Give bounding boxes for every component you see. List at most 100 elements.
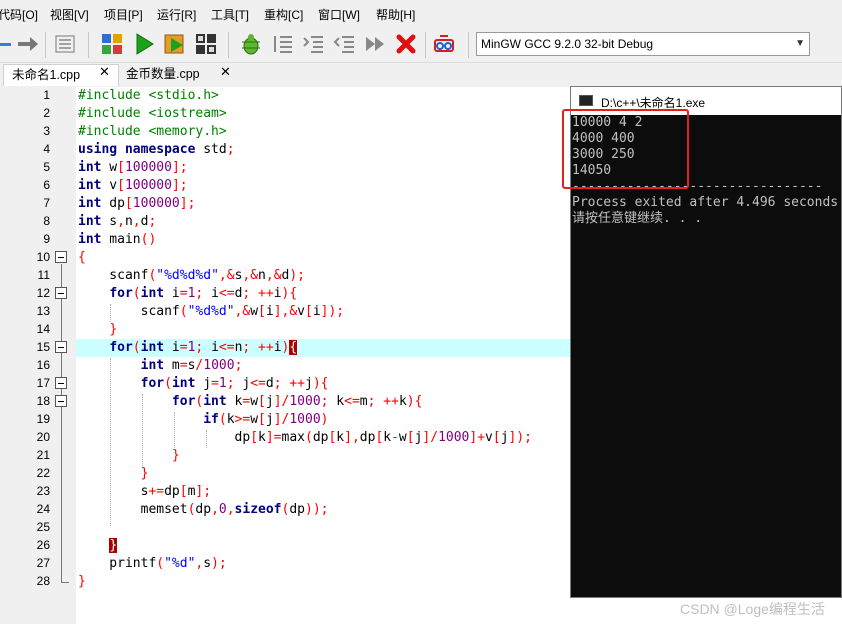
line-number: 19 — [36, 412, 50, 426]
line-number: 16 — [36, 358, 50, 372]
fold-toggle-icon[interactable] — [55, 251, 67, 263]
toolbar-separator — [228, 32, 229, 58]
code-line: #include <iostream> — [78, 106, 227, 121]
code-line: for(int i=1; i<=n; ++i){ — [109, 340, 298, 355]
line-number: 21 — [36, 448, 50, 462]
console-line: Process exited after 4.496 seconds — [572, 195, 839, 210]
code-line: for(int k=w[j]/1000; k<=m; ++k){ — [171, 394, 423, 409]
code-line: using namespace std; — [78, 142, 235, 157]
code-line: scanf("%d%d",&w[i],&v[i]); — [78, 304, 345, 319]
line-number: 4 — [43, 142, 50, 156]
line-number: 23 — [36, 484, 50, 498]
compiler-select-value: MinGW GCC 9.2.0 32-bit Debug — [481, 37, 654, 51]
profile-icon[interactable] — [430, 30, 458, 58]
line-number: 1 — [43, 88, 50, 102]
code-line: int w[100000]; — [78, 160, 188, 175]
tab-coin-count[interactable]: 金币数量.cpp — [118, 64, 234, 86]
file-tab-bar: 未命名1.cpp ✕ 金币数量.cpp ✕ — [0, 63, 842, 87]
fold-toggle-icon[interactable] — [55, 287, 67, 299]
line-number: 6 — [43, 178, 50, 192]
code-line: memset(dp,0,sizeof(dp)); — [78, 502, 329, 517]
menu-refactor[interactable]: 重构[C] — [264, 6, 303, 23]
stop-icon[interactable] — [392, 30, 420, 58]
code-line: if(k>=w[j]/1000) — [203, 412, 329, 427]
line-number: 11 — [37, 268, 50, 282]
code-line: } — [171, 448, 180, 463]
menu-project[interactable]: 项目[P] — [104, 6, 143, 23]
rebuild-icon[interactable] — [192, 30, 220, 58]
line-number: 22 — [36, 466, 50, 480]
code-line: } — [140, 466, 149, 481]
code-line: for(int j=1; j<=d; ++j){ — [140, 376, 329, 391]
console-icon — [579, 95, 593, 106]
fold-line — [61, 264, 62, 582]
line-number: 3 — [43, 124, 50, 138]
line-number: 10 — [36, 250, 50, 264]
toolbar-separator — [88, 32, 89, 58]
chevron-down-icon: ▼ — [795, 38, 805, 49]
fold-line-end — [61, 582, 69, 583]
toolbar-separator — [45, 32, 46, 58]
code-line: int dp[100000]; — [78, 196, 196, 211]
toolbar-separator — [425, 32, 426, 58]
line-number: 9 — [43, 232, 50, 246]
watermark: CSDN @Loge编程生活 — [680, 601, 825, 617]
line-number: 12 — [36, 286, 50, 300]
code-line: printf("%d",s); — [78, 556, 227, 571]
line-number: 24 — [36, 502, 50, 516]
line-number: 14 — [36, 322, 50, 336]
line-number: 20 — [36, 430, 50, 444]
code-line: int m=s/1000; — [140, 358, 243, 373]
line-number: 13 — [36, 304, 50, 318]
console-line: 请按任意键继续. . . — [572, 211, 703, 226]
close-icon[interactable]: ✕ — [99, 64, 110, 80]
tab-label: 金币数量.cpp — [126, 67, 200, 81]
close-icon[interactable]: ✕ — [220, 64, 231, 80]
menu-tools[interactable]: 工具[T] — [211, 6, 249, 23]
menu-window[interactable]: 窗口[W] — [318, 6, 360, 23]
line-number: 5 — [43, 160, 50, 174]
menu-help[interactable]: 帮助[H] — [376, 6, 415, 23]
code-line: #include <memory.h> — [78, 124, 227, 139]
menu-code[interactable]: 代码[O] — [0, 6, 38, 23]
code-line: #include <stdio.h> — [78, 88, 219, 103]
line-number: 7 — [43, 196, 50, 210]
compile-icon[interactable] — [98, 30, 126, 58]
code-line: int s,n,d; — [78, 214, 157, 229]
menu-bar: 代码[O] 视图[V] 项目[P] 运行[R] 工具[T] 重构[C] 窗口[W… — [0, 0, 842, 28]
run-icon[interactable] — [130, 30, 158, 58]
line-number: 8 — [43, 214, 50, 228]
code-line: { — [78, 250, 86, 265]
step-icon[interactable] — [268, 30, 296, 58]
compiler-select[interactable]: MinGW GCC 9.2.0 32-bit Debug ▼ — [476, 32, 810, 56]
code-line: scanf("%d%d%d",&s,&n,&d); — [78, 268, 306, 283]
indent-icon[interactable] — [51, 30, 79, 58]
menu-view[interactable]: 视图[V] — [50, 6, 89, 23]
fold-toggle-icon[interactable] — [55, 341, 67, 353]
code-line: for(int i=1; i<=d; ++i){ — [109, 286, 298, 301]
line-number: 27 — [36, 556, 50, 570]
line-number: 28 — [36, 574, 50, 588]
line-number: 26 — [36, 538, 50, 552]
code-line: s+=dp[m]; — [78, 484, 212, 499]
code-line: } — [78, 574, 86, 589]
step-out-icon[interactable] — [330, 30, 358, 58]
fold-toggle-icon[interactable] — [55, 395, 67, 407]
code-line: dp[k]=max(dp[k],dp[k-w[j]/1000]+v[j]); — [78, 430, 532, 445]
fold-toggle-icon[interactable] — [55, 377, 67, 389]
tab-label: 未命名1.cpp — [12, 68, 81, 82]
line-number: 15 — [36, 340, 50, 354]
continue-icon[interactable] — [361, 30, 389, 58]
code-line: } — [109, 538, 118, 553]
arrow-right-icon[interactable] — [14, 30, 42, 58]
compile-run-icon[interactable] — [161, 30, 189, 58]
toolbar: MinGW GCC 9.2.0 32-bit Debug ▼ — [0, 28, 842, 63]
step-into-icon[interactable] — [299, 30, 327, 58]
code-line: } — [109, 322, 118, 337]
output-highlight-box — [562, 109, 689, 189]
line-number: 17 — [36, 376, 50, 390]
menu-run[interactable]: 运行[R] — [157, 6, 196, 23]
code-line: int main() — [78, 232, 157, 247]
line-number: 2 — [43, 106, 50, 120]
debug-icon[interactable] — [237, 30, 265, 58]
